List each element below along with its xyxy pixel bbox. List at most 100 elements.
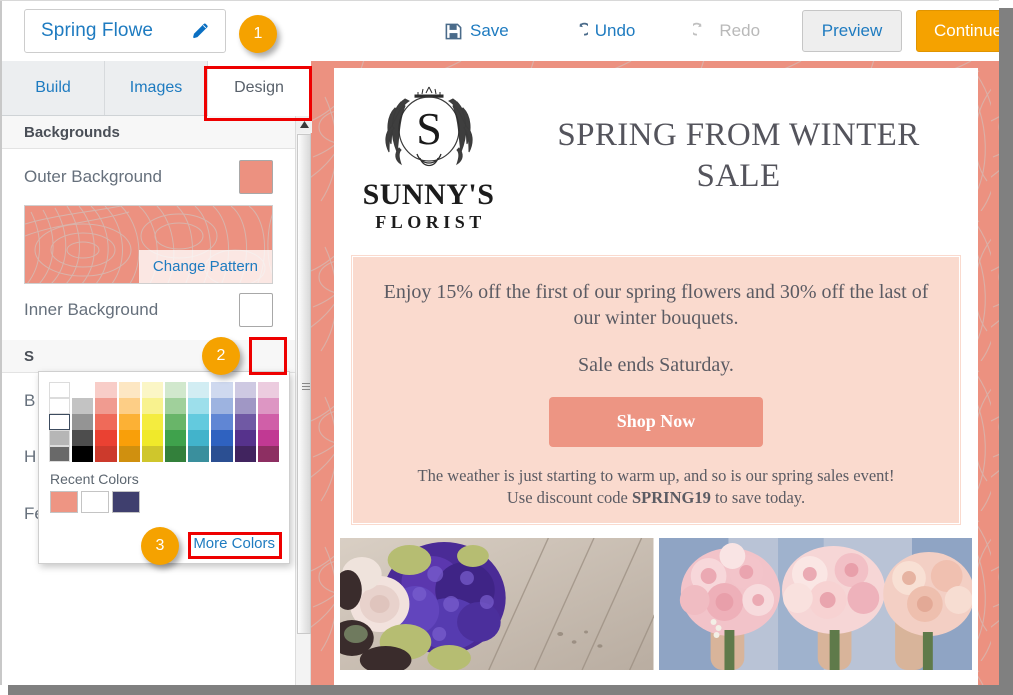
purple-hydrangea-bouquet-photo[interactable] — [340, 538, 654, 670]
email-template[interactable]: S SUNNY'S FLORIST SPRING FROM WINTER SAL… — [334, 68, 978, 685]
laurel-wreath-icon: S — [384, 86, 473, 166]
recent-colors-label: Recent Colors — [50, 471, 139, 487]
palette-swatch[interactable] — [257, 414, 279, 430]
palette-swatch[interactable] — [165, 430, 187, 446]
palette-swatch[interactable] — [188, 430, 210, 446]
email-preview-canvas[interactable]: S SUNNY'S FLORIST SPRING FROM WINTER SAL… — [311, 61, 999, 685]
save-button[interactable]: Save — [432, 21, 521, 41]
palette-swatch[interactable] — [234, 414, 256, 430]
pencil-icon[interactable] — [191, 21, 211, 41]
sidebar-scrollbar[interactable] — [295, 116, 312, 685]
toolbar-actions: Save Undo Redo Preview Continue — [432, 1, 1013, 61]
redo-button[interactable]: Redo — [681, 21, 772, 41]
redo-label: Redo — [719, 21, 761, 40]
palette-swatch[interactable] — [165, 382, 187, 398]
email-body-paragraph-1: Enjoy 15% off the first of our spring fl… — [383, 281, 929, 330]
palette-swatch[interactable] — [95, 398, 117, 414]
palette-swatch[interactable] — [118, 414, 140, 430]
shop-now-button[interactable]: Shop Now — [549, 396, 763, 447]
preview-button[interactable]: Preview — [802, 10, 903, 52]
palette-swatch[interactable] — [118, 398, 140, 414]
palette-swatch[interactable] — [257, 446, 279, 462]
palette-swatch[interactable] — [95, 446, 117, 462]
palette-swatch[interactable] — [49, 414, 71, 430]
undo-label: Undo — [594, 21, 636, 40]
palette-swatch[interactable] — [49, 382, 71, 398]
email-footer-text: The weather is just starting to warm up,… — [383, 465, 929, 510]
palette-swatch[interactable] — [49, 398, 71, 414]
palette-swatch[interactable] — [188, 446, 210, 462]
recent-color-swatch[interactable] — [81, 491, 109, 513]
palette-swatch[interactable] — [165, 446, 187, 462]
palette-swatch[interactable] — [234, 430, 256, 446]
pattern-preview[interactable]: Change Pattern — [24, 205, 273, 284]
email-header-block[interactable]: S SUNNY'S FLORIST SPRING FROM WINTER SAL… — [334, 68, 978, 244]
outer-background-row[interactable]: Outer Background — [2, 149, 295, 205]
brand-name-line2: FLORIST — [375, 211, 486, 232]
scrollbar-grip-icon — [302, 383, 310, 390]
palette-swatch[interactable] — [211, 398, 233, 414]
palette-swatch[interactable] — [118, 430, 140, 446]
outer-background-swatch[interactable] — [239, 160, 273, 194]
palette-swatch[interactable] — [95, 430, 117, 446]
palette-swatch[interactable] — [141, 382, 163, 398]
recent-color-swatch[interactable] — [112, 491, 140, 513]
palette-swatch[interactable] — [72, 382, 94, 398]
save-icon — [445, 23, 462, 39]
palette-swatch[interactable] — [49, 446, 71, 462]
campaign-name-field[interactable]: Spring Flowe — [24, 9, 226, 53]
palette-swatch[interactable] — [72, 398, 94, 414]
palette-swatch[interactable] — [188, 414, 210, 430]
palette-swatch[interactable] — [72, 430, 94, 446]
window-left-edge — [0, 0, 2, 688]
palette-swatch[interactable] — [141, 446, 163, 462]
palette-swatch[interactable] — [234, 382, 256, 398]
palette-swatch[interactable] — [211, 382, 233, 398]
palette-swatch[interactable] — [95, 382, 117, 398]
palette-swatch[interactable] — [165, 414, 187, 430]
tab-build[interactable]: Build — [2, 61, 105, 115]
palette-swatch[interactable] — [234, 446, 256, 462]
palette-swatch[interactable] — [188, 382, 210, 398]
recent-color-swatch[interactable] — [50, 491, 78, 513]
palette-swatch[interactable] — [211, 446, 233, 462]
color-palette-grid[interactable] — [39, 372, 289, 466]
inner-background-row[interactable]: Inner Background — [2, 284, 295, 336]
palette-swatch[interactable] — [234, 398, 256, 414]
change-pattern-button[interactable]: Change Pattern — [138, 250, 272, 283]
palette-swatch[interactable] — [95, 414, 117, 430]
campaign-name-value: Spring Flowe — [41, 20, 154, 41]
email-inner-panel[interactable]: Enjoy 15% off the first of our spring fl… — [351, 255, 961, 525]
palette-swatch[interactable] — [118, 382, 140, 398]
palette-swatch[interactable] — [211, 414, 233, 430]
inner-background-swatch[interactable] — [239, 293, 273, 327]
palette-swatch[interactable] — [257, 430, 279, 446]
sidebar-scrollbar-thumb[interactable] — [297, 134, 311, 634]
email-body-paragraph-2: Sale ends Saturday. — [578, 353, 734, 376]
palette-swatch[interactable] — [141, 398, 163, 414]
palette-column — [95, 382, 117, 462]
recent-colors-row[interactable] — [39, 491, 289, 513]
highlight-design-tab — [204, 66, 312, 121]
palette-swatch[interactable] — [257, 382, 279, 398]
palette-column — [257, 382, 279, 462]
palette-swatch[interactable] — [118, 446, 140, 462]
inner-background-label: Inner Background — [24, 300, 159, 319]
window-right-shadow — [999, 0, 1013, 695]
palette-swatch[interactable] — [141, 414, 163, 430]
palette-swatch[interactable] — [49, 430, 71, 446]
palette-swatch[interactable] — [141, 430, 163, 446]
palette-swatch[interactable] — [165, 398, 187, 414]
undo-button[interactable]: Undo — [557, 21, 648, 41]
palette-swatch[interactable] — [72, 414, 94, 430]
palette-swatch[interactable] — [257, 398, 279, 414]
palette-swatch[interactable] — [188, 398, 210, 414]
tab-images[interactable]: Images — [105, 61, 208, 115]
email-image-row — [340, 538, 972, 670]
palette-swatch[interactable] — [72, 446, 94, 462]
palette-swatch[interactable] — [211, 430, 233, 446]
redo-icon — [693, 22, 702, 36]
hidden-row-2-label: H — [24, 447, 37, 466]
pink-rose-bouquets-photo[interactable] — [658, 538, 972, 670]
callout-badge-1: 1 — [239, 15, 277, 53]
